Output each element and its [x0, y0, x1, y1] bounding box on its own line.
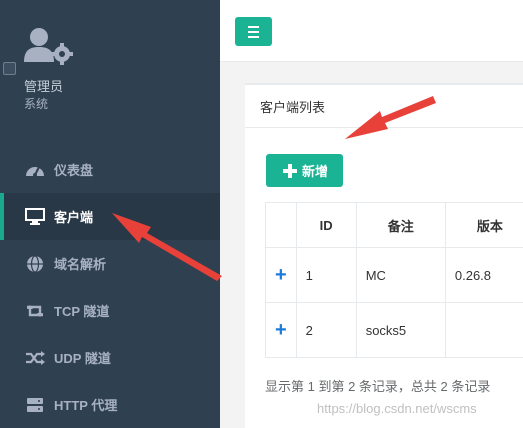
cell-version: 0.26.8 — [444, 247, 523, 303]
cell-remark: MC — [355, 247, 446, 303]
monitor-icon — [24, 208, 46, 226]
sidebar-nav: 仪表盘 客户端 域名解析 TCP 隧道 UDP 隧道 HTTP 代理 — [0, 146, 220, 428]
plus-icon — [283, 163, 297, 178]
table-header-row: ID 备注 版本 — [265, 202, 523, 248]
client-table: ID 备注 版本 + 1 MC 0.26.8 + 2 socks5 — [265, 202, 523, 358]
column-header-version[interactable]: 版本 — [444, 202, 523, 248]
table-row: + 1 MC 0.26.8 — [265, 247, 523, 303]
panel-title: 客户端列表 — [245, 85, 523, 128]
sidebar-item-label: UDP 隧道 — [54, 351, 111, 366]
hamburger-icon-line — [248, 30, 259, 33]
server-icon — [24, 396, 46, 414]
top-navbar — [220, 0, 523, 62]
sidebar-item-label: 域名解析 — [54, 257, 107, 272]
client-list-panel: 客户端列表 新增 ID 备注 版本 + 1 MC 0.26.8 + 2 sock… — [245, 83, 523, 428]
globe-icon — [24, 254, 46, 273]
sidebar-item-http[interactable]: HTTP 代理 — [0, 381, 220, 428]
pagination-summary: 显示第 1 到第 2 条记录，总共 2 条记录 — [265, 379, 491, 394]
column-header-remark[interactable]: 备注 — [355, 202, 446, 248]
retweet-icon — [24, 302, 46, 320]
row-expand-button[interactable]: + — [265, 302, 297, 358]
user-settings-icon — [24, 28, 73, 65]
sidebar-item-label: TCP 隧道 — [54, 304, 110, 319]
sidebar-item-label: 仪表盘 — [54, 163, 94, 178]
cell-id: 2 — [295, 302, 357, 358]
expand-plus-icon: + — [274, 318, 287, 341]
dashboard-icon — [24, 161, 46, 179]
cell-remark: socks5 — [355, 302, 446, 358]
row-expand-button[interactable]: + — [265, 247, 297, 303]
collapse-checkbox[interactable] — [3, 62, 16, 75]
menu-toggle-button[interactable] — [235, 17, 272, 46]
random-icon — [24, 349, 46, 367]
add-client-button[interactable]: 新增 — [266, 154, 343, 187]
hamburger-icon-line — [248, 35, 259, 38]
cell-version — [444, 302, 523, 358]
profile-role: 系统 — [24, 97, 49, 111]
profile-name: 管理员 — [24, 79, 64, 94]
sidebar-item-clients[interactable]: 客户端 — [0, 193, 220, 240]
watermark: https://blog.csdn.net/wscms — [317, 401, 477, 416]
table-row: + 2 socks5 — [265, 302, 523, 358]
sidebar: 管理员 系统 仪表盘 客户端 域名解析 TCP 隧道 UDP 隧道 HTTP 代… — [0, 0, 220, 428]
sidebar-item-domain[interactable]: 域名解析 — [0, 240, 220, 287]
hamburger-icon — [248, 25, 259, 28]
add-client-label: 新增 — [302, 164, 329, 179]
column-header-id[interactable]: ID — [295, 202, 357, 248]
sidebar-item-tcp[interactable]: TCP 隧道 — [0, 287, 220, 334]
sidebar-item-label: 客户端 — [54, 210, 94, 225]
cell-id: 1 — [295, 247, 357, 303]
sidebar-item-dashboard[interactable]: 仪表盘 — [0, 146, 220, 193]
expand-plus-icon: + — [274, 263, 287, 286]
sidebar-item-label: HTTP 代理 — [54, 398, 118, 413]
column-header-expand — [265, 202, 297, 248]
sidebar-item-udp[interactable]: UDP 隧道 — [0, 334, 220, 381]
